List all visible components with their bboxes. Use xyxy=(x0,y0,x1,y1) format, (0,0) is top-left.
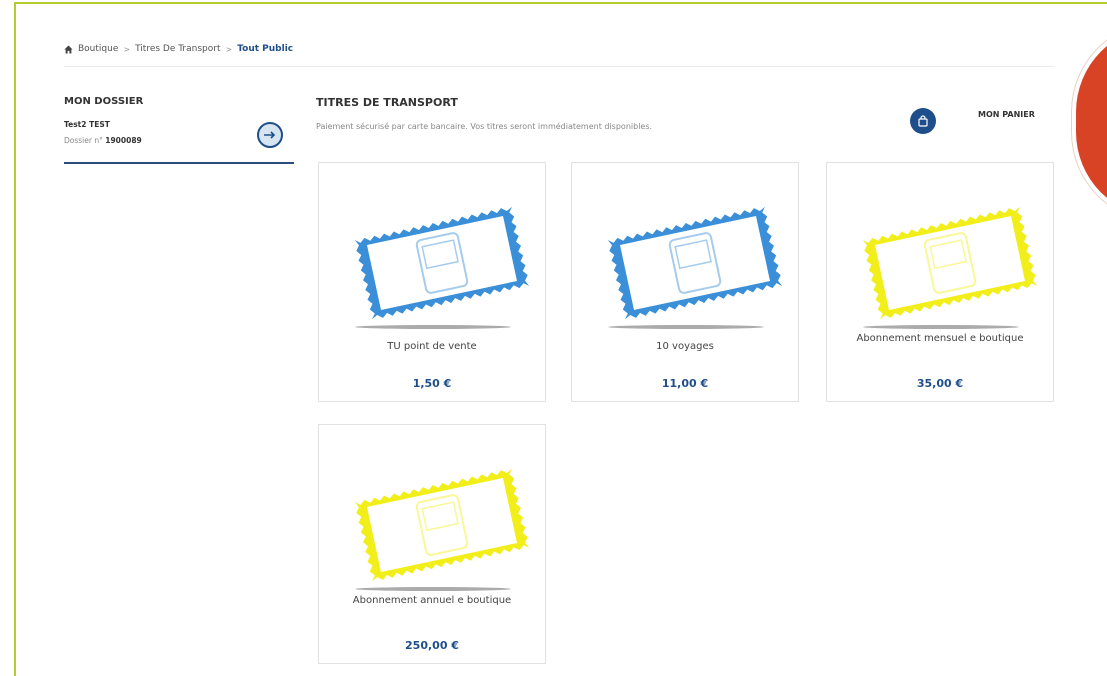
bus-ticket-icon xyxy=(607,206,783,329)
product-name: 10 voyages xyxy=(656,341,714,352)
page-subtitle: Paiement sécurisé par carte bancaire. Vo… xyxy=(316,122,653,131)
breadcrumb-separator: > xyxy=(225,44,233,54)
bus-ticket-icon xyxy=(862,206,1038,329)
breadcrumb: Boutique > Titres De Transport > Tout Pu… xyxy=(64,44,293,54)
sidebar-title: MON DOSSIER xyxy=(64,96,144,107)
logout-icon xyxy=(264,131,276,139)
product-name: Abonnement annuel e boutique xyxy=(352,595,512,606)
product-card[interactable]: Abonnement annuel e boutique 250,00 € xyxy=(318,424,546,664)
bus-ticket-icon xyxy=(354,206,530,329)
product-price: 35,00 € xyxy=(916,377,964,390)
cart-button[interactable] xyxy=(910,108,936,134)
product-price: 250,00 € xyxy=(405,639,459,652)
home-icon xyxy=(64,44,73,54)
product-price: 1,50 € xyxy=(412,377,452,390)
sidebar-divider xyxy=(64,162,294,164)
breadcrumb-current: Tout Public xyxy=(237,44,294,54)
user-name: Test2 TEST xyxy=(64,120,110,129)
breadcrumb-divider xyxy=(64,66,1054,67)
breadcrumb-separator: > xyxy=(123,44,131,54)
product-price: 11,00 € xyxy=(661,377,709,390)
page-title: TITRES DE TRANSPORT xyxy=(316,96,458,109)
dossier-value: 1900089 xyxy=(105,136,142,145)
product-name: TU point de vente xyxy=(387,341,477,352)
dossier-number: Dossier n° 1900089 xyxy=(64,136,142,145)
product-card[interactable]: 10 voyages 11,00 € xyxy=(571,162,799,402)
breadcrumb-link-titres[interactable]: Titres De Transport xyxy=(135,44,220,54)
bus-ticket-icon xyxy=(354,468,530,591)
product-card[interactable]: TU point de vente 1,50 € xyxy=(318,162,546,402)
product-name: Abonnement mensuel e boutique xyxy=(856,333,1024,344)
breadcrumb-link-boutique[interactable]: Boutique xyxy=(78,44,118,54)
logout-button[interactable] xyxy=(257,122,283,148)
dossier-label: Dossier n° xyxy=(64,136,103,145)
product-card[interactable]: Abonnement mensuel e boutique 35,00 € xyxy=(826,162,1054,402)
cart-label[interactable]: MON PANIER xyxy=(978,110,1035,119)
shopping-bag-icon xyxy=(918,115,928,127)
